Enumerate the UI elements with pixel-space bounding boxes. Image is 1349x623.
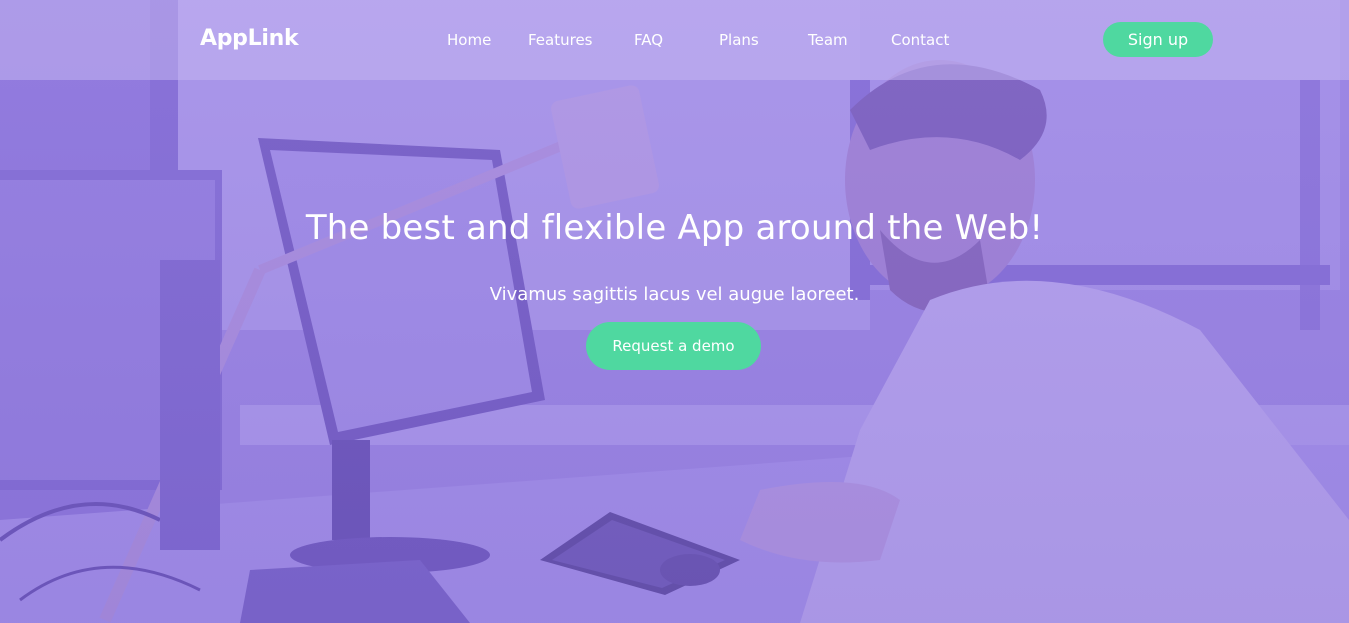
top-navbar: AppLink Home Features FAQ Plans Team Con… [0,0,1349,80]
hero-section: AppLink Home Features FAQ Plans Team Con… [0,0,1349,623]
nav-item-features[interactable]: Features [528,31,593,49]
nav-item-home[interactable]: Home [447,31,491,49]
nav-item-team[interactable]: Team [808,31,848,49]
signup-button[interactable]: Sign up [1103,22,1213,57]
nav-item-plans[interactable]: Plans [719,31,759,49]
brand-logo[interactable]: AppLink [200,26,299,51]
color-overlay [0,0,1349,623]
request-demo-button[interactable]: Request a demo [586,322,761,370]
hero-title: The best and flexible App around the Web… [305,208,1044,248]
hero-subtitle: Vivamus sagittis lacus vel augue laoreet… [489,284,860,305]
nav-item-contact[interactable]: Contact [891,31,949,49]
nav-item-faq[interactable]: FAQ [634,31,663,49]
